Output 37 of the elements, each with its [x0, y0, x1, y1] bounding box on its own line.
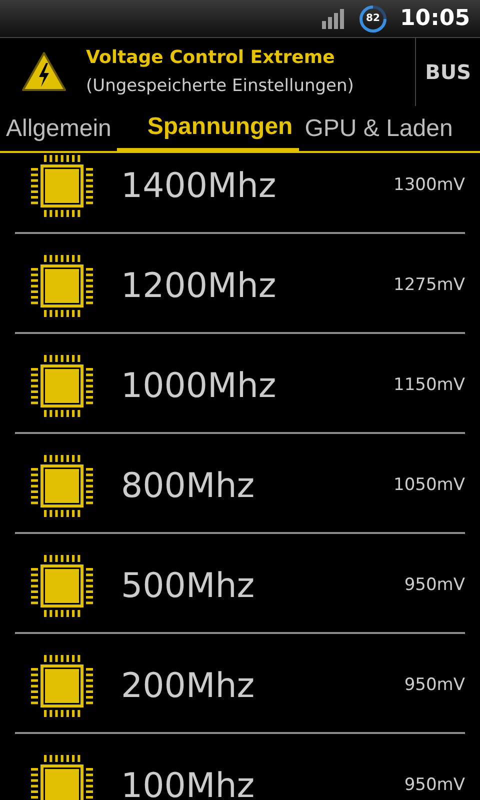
warning-icon	[20, 50, 68, 94]
app-title: Voltage Control Extreme	[86, 46, 336, 70]
frequency-label: 800Mhz	[121, 464, 256, 508]
frequency-label: 1200Mhz	[121, 264, 278, 308]
tab[interactable]: Allgemein	[0, 106, 118, 151]
frequency-label: 200Mhz	[121, 664, 256, 708]
signal-icon	[322, 8, 346, 28]
clock: 10:05	[400, 5, 470, 33]
frequency-row[interactable]: 1000Mhz 1150mV	[15, 334, 465, 432]
voltage-label: 1300mV	[394, 174, 465, 198]
chip-icon	[31, 555, 93, 617]
frequency-label: 1000Mhz	[121, 364, 278, 408]
chip-icon	[31, 655, 93, 717]
frequency-label: 1400Mhz	[121, 164, 278, 208]
frequency-row[interactable]: 1400Mhz 1300mV	[15, 153, 465, 232]
frequency-row[interactable]: 500Mhz 950mV	[15, 534, 465, 632]
frequency-label: 500Mhz	[121, 564, 256, 608]
chip-icon	[31, 255, 93, 317]
battery-percent: 82	[366, 12, 380, 26]
tab[interactable]: Spannungen	[117, 106, 299, 151]
app-subtitle: (Ungespeicherte Einstellungen)	[86, 75, 355, 98]
voltage-label: 1050mV	[394, 474, 465, 498]
frequency-row[interactable]: 200Mhz 950mV	[15, 634, 465, 732]
frequency-row[interactable]: 800Mhz 1050mV	[15, 434, 465, 532]
voltage-label: 950mV	[404, 774, 465, 798]
frequency-row[interactable]: 1200Mhz 1275mV	[15, 234, 465, 332]
chip-icon	[31, 455, 93, 517]
frequency-label: 100Mhz	[121, 764, 256, 800]
frequency-row[interactable]: 100Mhz 950mV	[15, 734, 465, 800]
chip-icon	[31, 355, 93, 417]
tab[interactable]: GPU & Laden	[298, 106, 459, 151]
chip-icon	[31, 155, 93, 217]
voltage-label: 1275mV	[394, 274, 465, 298]
voltage-label: 1150mV	[394, 374, 465, 398]
voltage-label: 950mV	[404, 574, 465, 598]
bus-button[interactable]: BUS	[416, 38, 480, 106]
voltage-label: 950mV	[404, 674, 465, 698]
